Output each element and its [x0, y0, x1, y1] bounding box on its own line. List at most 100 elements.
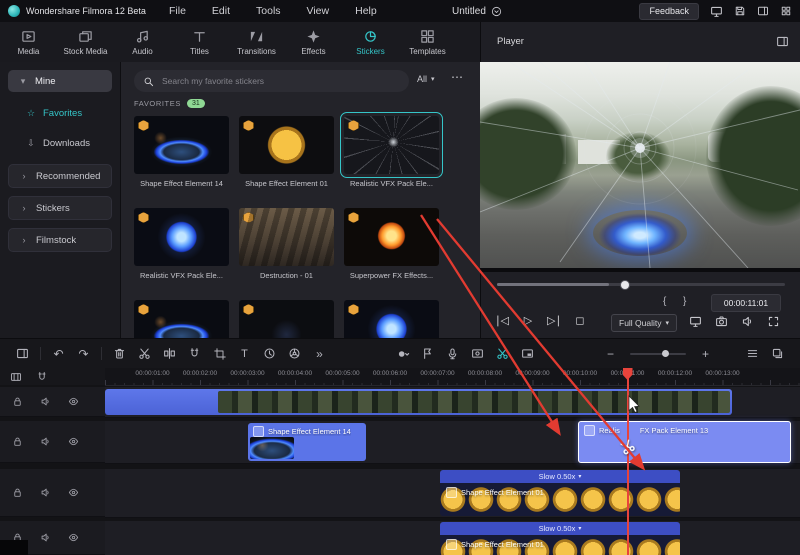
secondary-display-icon[interactable] [689, 315, 702, 328]
sidebar-item-stickers[interactable]: › Stickers [8, 196, 112, 220]
sidebar-item-recommended[interactable]: › Recommended [8, 164, 112, 188]
sticker-search-box[interactable] [134, 70, 409, 92]
undo-button[interactable]: ↶ [46, 344, 71, 364]
panel-layout-icon[interactable] [757, 5, 769, 17]
sticker-card[interactable]: Shape Effect Element 01 [239, 116, 334, 188]
text-tool-icon[interactable]: T [232, 344, 257, 364]
marker-icon[interactable] [415, 344, 440, 364]
sidebar-item-favorites[interactable]: ☆ Favorites [8, 102, 112, 124]
video-preview[interactable] [480, 62, 800, 268]
screen-record-icon[interactable] [465, 344, 490, 364]
tab-stock-media[interactable]: Stock Media [57, 22, 114, 62]
sticker-card[interactable]: Realistic VFX Pack Ele... [134, 208, 229, 280]
magnet-icon[interactable] [182, 344, 207, 364]
track-list-icon[interactable] [740, 344, 765, 364]
zoom-in-icon[interactable]: + [693, 344, 718, 364]
menu-tools[interactable]: Tools [243, 0, 294, 22]
track-mute-icon[interactable] [40, 487, 51, 498]
workspace-layout-icon[interactable] [10, 344, 35, 364]
split-icon[interactable] [157, 344, 182, 364]
sticker-card[interactable] [344, 300, 439, 338]
project-title-group[interactable]: Untitled [452, 0, 502, 22]
record-icon[interactable] [390, 344, 415, 364]
fullscreen-icon[interactable] [767, 315, 780, 328]
player-panel-toggle-icon[interactable] [776, 35, 789, 53]
tab-stickers[interactable]: Stickers [342, 22, 399, 62]
seek-handle[interactable] [620, 279, 630, 290]
tab-transitions[interactable]: Transitions [228, 22, 285, 62]
track-visibility-icon[interactable] [68, 532, 79, 543]
sticker-clip-realistic-selected[interactable]: Realis FX Pack Element 13 [578, 421, 791, 463]
sticker-card[interactable]: Shape Effect Element 14 [134, 116, 229, 188]
tab-templates[interactable]: Templates [399, 22, 456, 62]
more-options-icon[interactable]: ⋯ [451, 70, 463, 84]
track-mute-icon[interactable] [40, 436, 51, 447]
scissors-icon[interactable] [132, 344, 157, 364]
sidebar-item-downloads[interactable]: ⇩ Downloads [8, 132, 112, 154]
timeline-zoom-slider[interactable] [630, 350, 686, 357]
track-lock-icon[interactable] [12, 436, 23, 447]
menu-file[interactable]: File [156, 0, 199, 22]
video-clip[interactable] [105, 389, 732, 415]
display-icon[interactable] [710, 5, 723, 18]
tab-audio[interactable]: Audio [114, 22, 171, 62]
mark-out-button[interactable]: } [683, 296, 686, 307]
play-button[interactable]: ▷ [515, 312, 541, 330]
tab-titles[interactable]: Titles [171, 22, 228, 62]
speed-badge[interactable]: Slow 0.50x ▾ [440, 470, 680, 483]
seek-bar[interactable] [497, 279, 785, 290]
tab-media[interactable]: Media [0, 22, 57, 62]
smart-cut-icon[interactable] [490, 344, 515, 364]
track-visibility-icon[interactable] [68, 436, 79, 447]
sticker-clip-shape01-speed[interactable]: Slow 0.50x ▾ Shape Effect Element 01 [440, 522, 680, 555]
speed-badge[interactable]: Slow 0.50x ▾ [440, 522, 680, 535]
track-visibility-icon[interactable] [68, 487, 79, 498]
track-lock-icon[interactable] [12, 396, 23, 407]
sticker-clip-shape01-speed[interactable]: Slow 0.50x ▾ Shape Effect Element 01 [440, 470, 680, 516]
color-wheel-icon[interactable] [282, 344, 307, 364]
crop-icon[interactable] [207, 344, 232, 364]
menu-help[interactable]: Help [342, 0, 390, 22]
track-mute-icon[interactable] [40, 396, 51, 407]
next-frame-button[interactable]: ▷∣ [541, 312, 567, 330]
zoom-slider-handle[interactable] [662, 350, 669, 357]
search-input[interactable] [160, 75, 400, 87]
sidebar-item-filmstock[interactable]: › Filmstock [8, 228, 112, 252]
quality-dropdown[interactable]: Full Quality ▾ [611, 314, 678, 332]
sticker-card-selected[interactable]: Realistic VFX Pack Ele... [340, 112, 443, 188]
snap-magnet-icon[interactable] [36, 371, 48, 383]
timeline-ruler[interactable]: 00:00:01:00 00:00:02:00 00:00:03:00 00:0… [105, 368, 800, 386]
playhead[interactable] [627, 368, 629, 555]
speed-icon[interactable] [257, 344, 282, 364]
sticker-card[interactable]: Destruction - 01 [239, 208, 334, 280]
sticker-card[interactable] [134, 300, 229, 338]
menu-edit[interactable]: Edit [199, 0, 243, 22]
sticker-card[interactable]: Superpower FX Effects... [344, 208, 439, 280]
project-dropdown-icon[interactable] [491, 6, 502, 17]
save-icon[interactable] [734, 5, 746, 17]
sidebar-item-mine[interactable]: ▾ Mine [8, 70, 112, 92]
mark-in-button[interactable]: { [663, 296, 666, 307]
tab-effects[interactable]: Effects [285, 22, 342, 62]
snapshot-icon[interactable] [715, 315, 728, 328]
track-lock-icon[interactable] [12, 487, 23, 498]
previous-frame-button[interactable]: ∣◁ [489, 312, 515, 330]
more-tools-icon[interactable]: » [307, 344, 332, 364]
delete-icon[interactable] [107, 344, 132, 364]
zoom-out-icon[interactable]: − [598, 344, 623, 364]
feedback-button[interactable]: Feedback [639, 2, 699, 20]
volume-icon[interactable] [741, 315, 754, 328]
apps-grid-icon[interactable] [780, 5, 792, 17]
voiceover-mic-icon[interactable] [440, 344, 465, 364]
track-visibility-icon[interactable] [68, 396, 79, 407]
sticker-clip-shape14[interactable]: Shape Effect Element 14 [248, 423, 366, 461]
track-manager-icon[interactable] [765, 344, 790, 364]
stop-button[interactable]: ◻ [567, 312, 593, 330]
track-mute-icon[interactable] [40, 532, 51, 543]
pip-icon[interactable] [515, 344, 540, 364]
sticker-card[interactable] [239, 300, 334, 338]
redo-button[interactable]: ↷ [71, 344, 96, 364]
media-track-icon[interactable] [10, 371, 22, 383]
filter-dropdown[interactable]: All ▾ [417, 74, 435, 84]
menu-view[interactable]: View [294, 0, 343, 22]
